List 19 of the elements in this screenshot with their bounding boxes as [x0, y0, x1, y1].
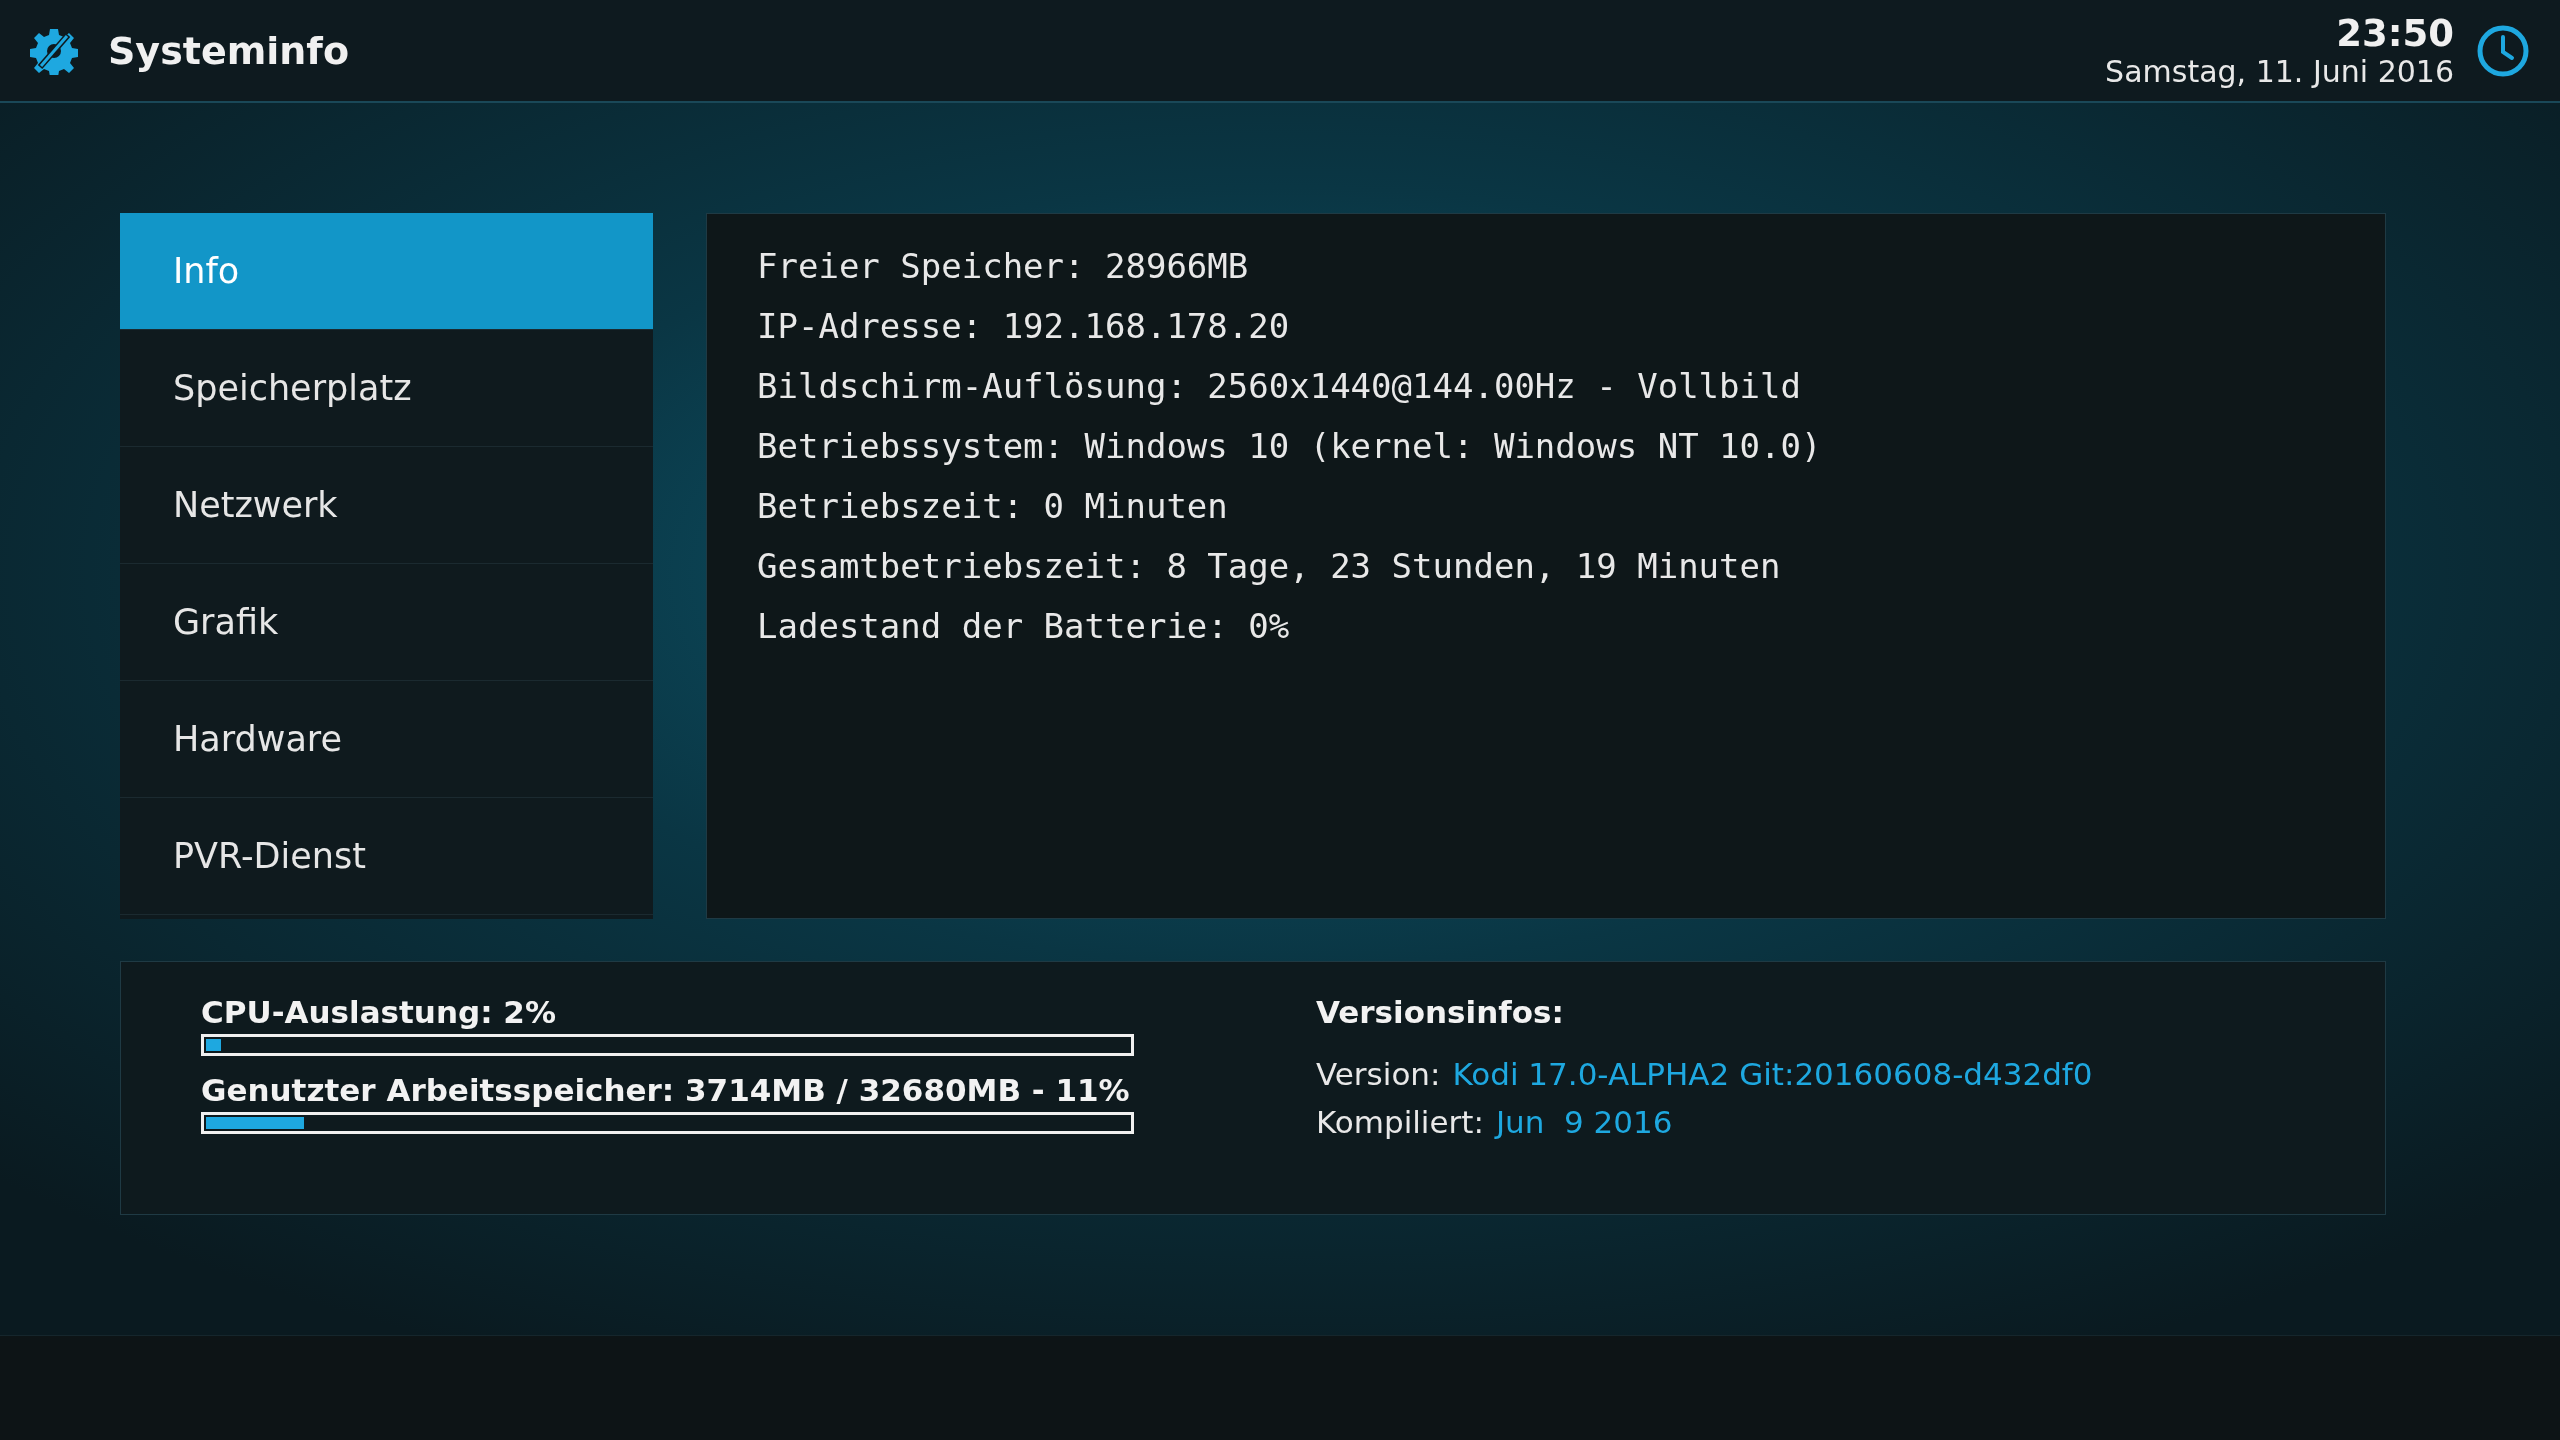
- clock-date: Samstag, 11. Juni 2016: [2105, 54, 2454, 89]
- version-value: Kodi 17.0-ALPHA2 Git:20160608-d432df0: [1452, 1055, 2093, 1094]
- clock-icon: [2476, 23, 2530, 78]
- clock-time: 23:50: [2336, 12, 2454, 55]
- info-line: Betriebssystem: Windows 10 (kernel: Windows NT 10.0): [757, 425, 1823, 468]
- version-heading: Versionsinfos:: [1316, 993, 1565, 1032]
- info-line: Bildschirm-Auflösung: 2560x1440@144.00Hz - Vollbild: [757, 365, 1802, 408]
- info-line: Gesamtbetriebszeit: 8 Tage, 23 Stunden, 19 Minuten: [757, 545, 1782, 588]
- version-value: Jun 9 2016: [1495, 1103, 1673, 1142]
- gear-fork-icon: [30, 26, 78, 75]
- version-label: Kompiliert:: [1316, 1103, 1484, 1142]
- meter-label: CPU-Auslastung: 2%: [201, 993, 557, 1032]
- info-line: Freier Speicher: 28966MB: [757, 245, 1250, 288]
- info-line: IP-Adresse: 192.168.178.20: [757, 305, 1291, 348]
- version-label: Version:: [1316, 1055, 1441, 1094]
- page-title: Systeminfo: [108, 28, 349, 73]
- meter-label: Genutzter Arbeitsspeicher: 3714MB / 32680MB - 11%: [201, 1071, 1131, 1110]
- info-line: Betriebszeit: 0 Minuten: [757, 485, 1229, 528]
- info-line: Ladestand der Batterie: 0%: [757, 605, 1291, 648]
